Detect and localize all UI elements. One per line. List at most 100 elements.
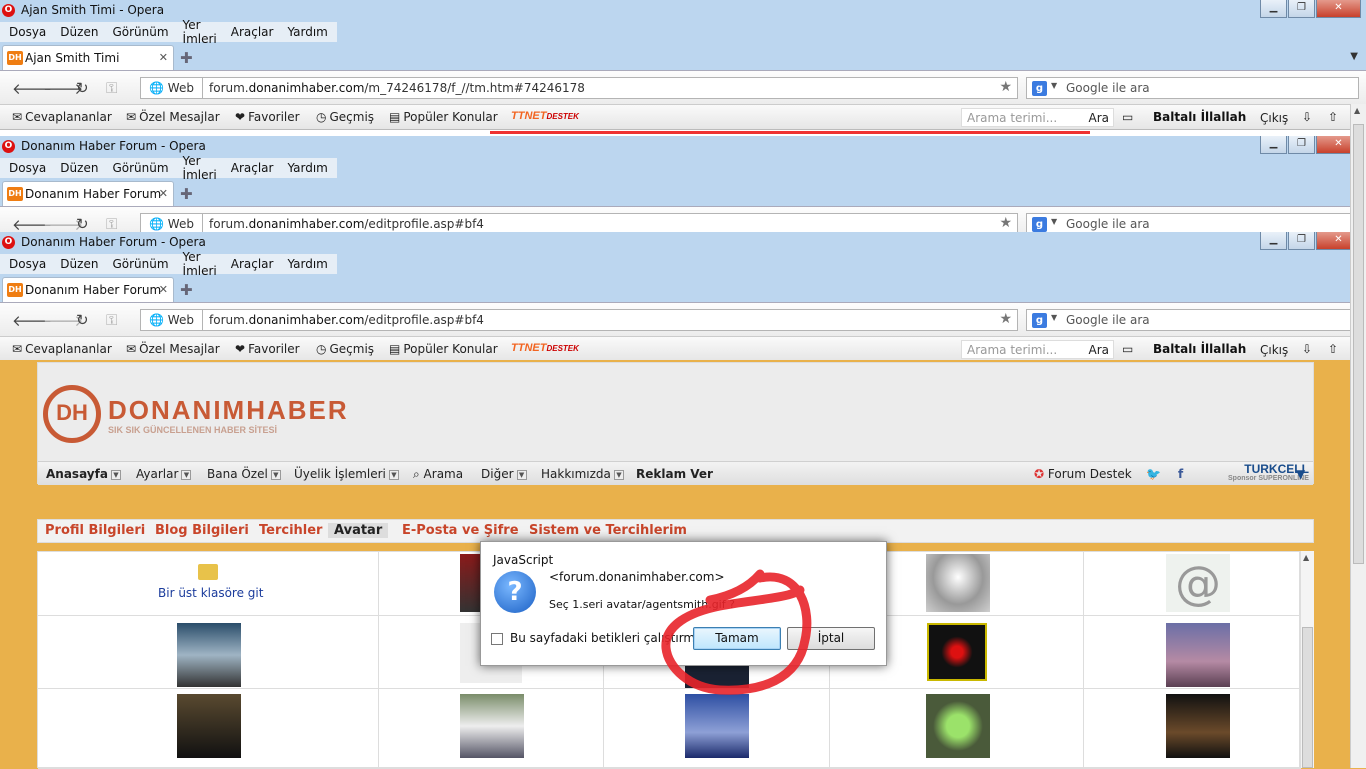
web-badge[interactable]: 🌐 Web	[140, 309, 202, 331]
pin-icon[interactable]: ⇩	[1302, 110, 1312, 124]
bookmark-populer-konular[interactable]: ▤ Popüler Konular	[389, 110, 498, 124]
star-icon[interactable]: ★	[999, 311, 1012, 327]
key-icon[interactable]: ⚿	[106, 79, 117, 97]
maximize-button[interactable]: ❐	[1288, 0, 1315, 18]
menu-duzen[interactable]: Düzen	[60, 257, 98, 271]
menu-araclar[interactable]: Araçlar	[231, 25, 274, 39]
bookmark-ozel-mesajlar[interactable]: ✉ Özel Mesajlar	[126, 342, 220, 356]
menu-yardim[interactable]: Yardım	[287, 25, 327, 39]
reload-icon[interactable]: ↻	[76, 215, 89, 233]
tab-eposta-sifre[interactable]: E-Posta ve Şifre	[396, 523, 525, 538]
forum-destek-link[interactable]: ✪ Forum Destek	[1034, 467, 1132, 481]
ok-button[interactable]: Tamam	[693, 627, 781, 650]
menu-gorunum[interactable]: Görünüm	[112, 161, 168, 175]
search-field[interactable]: g ▼ Google ile ara	[1026, 309, 1359, 331]
reload-icon[interactable]: ↻	[76, 311, 89, 329]
chevron-down-icon[interactable]: ▼	[1350, 51, 1358, 62]
avatar-car-red[interactable]	[460, 554, 480, 612]
site-search-input[interactable]: Arama terimi... Ara	[961, 340, 1114, 359]
bookmark-gecmis[interactable]: ◷ Geçmiş	[316, 342, 374, 356]
nav-hakkimizda[interactable]: Hakkımızda ▼	[541, 467, 624, 481]
page-scrollbar[interactable]: ▲	[1350, 104, 1366, 768]
avatar-agent-smith[interactable]	[177, 694, 241, 758]
nav-anasayfa[interactable]: Anasayfa ▼	[46, 467, 121, 481]
logout-link[interactable]: Çıkış	[1260, 111, 1288, 125]
folder-up-icon[interactable]	[198, 564, 218, 580]
google-icon[interactable]: g	[1032, 217, 1047, 232]
menu-araclar[interactable]: Araçlar	[231, 257, 274, 271]
new-tab-icon[interactable]: ✚	[180, 281, 193, 299]
twitter-icon[interactable]: 🐦	[1146, 467, 1161, 481]
nav-arama[interactable]: ⌕ Arama	[413, 467, 463, 482]
bookmark-ozel-mesajlar[interactable]: ✉ Özel Mesajlar	[126, 110, 220, 124]
bookmark-favoriler[interactable]: ❤ Favoriler	[235, 342, 300, 356]
logout-link[interactable]: Çıkış	[1260, 343, 1288, 357]
tab[interactable]: DH Donanım Haber Forum ✕	[2, 277, 174, 302]
scroll-thumb[interactable]	[1302, 627, 1313, 768]
monitor-icon[interactable]: ▭	[1122, 342, 1133, 356]
tab-blog-bilgileri[interactable]: Blog Bilgileri	[149, 523, 255, 538]
minimize-button[interactable]: ▁	[1260, 136, 1287, 154]
cancel-button[interactable]: İptal	[787, 627, 875, 650]
close-tab-icon[interactable]: ✕	[159, 187, 168, 200]
up-arrow-icon[interactable]: ⇧	[1328, 110, 1338, 124]
chevron-up-icon[interactable]: ▲	[1354, 106, 1360, 115]
google-icon[interactable]: g	[1032, 313, 1047, 328]
site-logo[interactable]: DH	[43, 385, 101, 443]
avatar-at-sign[interactable]: @	[1166, 554, 1230, 612]
bookmark-gecmis[interactable]: ◷ Geçmiş	[316, 110, 374, 124]
nav-bana-ozel[interactable]: Bana Özel ▼	[207, 467, 281, 481]
site-search-button[interactable]: Ara	[1089, 343, 1110, 357]
nav-reklam-ver[interactable]: Reklam Ver	[636, 467, 713, 481]
menu-dosya[interactable]: Dosya	[9, 161, 46, 175]
facebook-icon[interactable]: f	[1178, 467, 1183, 481]
menu-yer-imleri[interactable]: Yer İmleri	[183, 250, 217, 278]
avatar-dark[interactable]	[685, 664, 749, 688]
menu-yardim[interactable]: Yardım	[287, 257, 327, 271]
tab-profil-bilgileri[interactable]: Profil Bilgileri	[39, 523, 151, 538]
pin-icon[interactable]: ⇩	[1302, 342, 1312, 356]
username[interactable]: Baltalı İllallah	[1153, 110, 1246, 124]
avatar-mountain[interactable]	[685, 694, 749, 758]
ttnet-destek-logo[interactable]: TTNETDESTEK	[511, 110, 579, 122]
tab[interactable]: DH Donanım Haber Forum ✕	[2, 181, 174, 206]
chevron-up-icon[interactable]: ▲	[1303, 553, 1309, 562]
ttnet-destek-logo[interactable]: TTNETDESTEK	[511, 342, 579, 354]
menu-dosya[interactable]: Dosya	[9, 257, 46, 271]
tab-sistem-tercihlerim[interactable]: Sistem ve Tercihlerim	[523, 523, 693, 538]
search-field[interactable]: g ▼ Google ile ara	[1026, 77, 1359, 99]
menu-duzen[interactable]: Düzen	[60, 25, 98, 39]
menu-gorunum[interactable]: Görünüm	[112, 257, 168, 271]
chevron-down-icon[interactable]: ▼	[1296, 467, 1305, 481]
disable-scripts-checkbox[interactable]	[491, 633, 503, 645]
avatar-car-silver[interactable]	[177, 623, 241, 687]
new-tab-icon[interactable]: ✚	[180, 49, 193, 67]
bookmark-favoriler[interactable]: ❤ Favoriler	[235, 110, 300, 124]
up-arrow-icon[interactable]: ⇧	[1328, 342, 1338, 356]
close-tab-icon[interactable]: ✕	[159, 283, 168, 296]
address-field[interactable]: forum.donanimhaber.com/m_74246178/f_//tm…	[202, 77, 1018, 99]
star-icon[interactable]: ★	[999, 79, 1012, 95]
nav-uyelik-islemleri[interactable]: Üyelik İşlemleri ▼	[294, 467, 399, 481]
minimize-button[interactable]: ▁	[1260, 0, 1287, 18]
tab[interactable]: DH Ajan Smith Timi ✕	[2, 45, 174, 70]
web-badge[interactable]: 🌐 Web	[140, 77, 202, 99]
menu-gorunum[interactable]: Görünüm	[112, 25, 168, 39]
menu-araclar[interactable]: Araçlar	[231, 161, 274, 175]
bookmark-populer-konular[interactable]: ▤ Popüler Konular	[389, 342, 498, 356]
nav-diger[interactable]: Diğer ▼	[481, 467, 527, 481]
tab-tercihler[interactable]: Tercihler	[253, 523, 328, 538]
site-search-button[interactable]: Ara	[1089, 111, 1110, 125]
chevron-down-icon[interactable]: ▼	[1051, 81, 1057, 90]
site-search-input[interactable]: Arama terimi... Ara	[961, 108, 1114, 127]
menu-yer-imleri[interactable]: Yer İmleri	[183, 154, 217, 182]
username[interactable]: Baltalı İllallah	[1153, 342, 1246, 356]
up-folder-link[interactable]: Bir üst klasöre git	[158, 586, 263, 600]
chevron-down-icon[interactable]: ▼	[1051, 217, 1057, 226]
menu-yer-imleri[interactable]: Yer İmleri	[183, 18, 217, 46]
monitor-icon[interactable]: ▭	[1122, 110, 1133, 124]
menu-duzen[interactable]: Düzen	[60, 161, 98, 175]
google-icon[interactable]: g	[1032, 81, 1047, 96]
menu-yardim[interactable]: Yardım	[287, 161, 327, 175]
bookmark-cevaplananlar[interactable]: ✉ Cevaplananlar	[12, 342, 112, 356]
